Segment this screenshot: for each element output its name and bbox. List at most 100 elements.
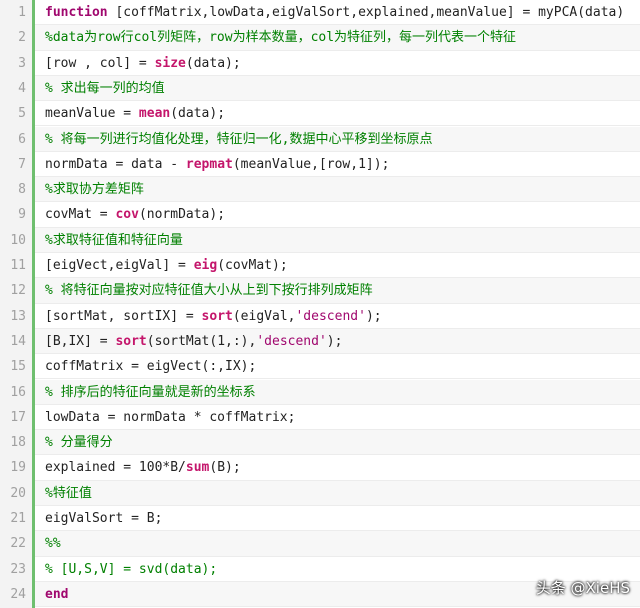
code-token: (covMat); xyxy=(217,258,288,273)
code-line: 12 % 将特征向量按对应特征值大小从上到下按行排列成矩阵 xyxy=(0,278,640,304)
line-number: 16 xyxy=(10,384,26,400)
code-line: 14 [B,IX] = sort(sortMat(1,:),'descend'); xyxy=(0,328,640,355)
comment-token: %特征值 xyxy=(45,485,92,501)
code-line: 6 % 将每一列进行均值化处理，特征归一化,数据中心平移到坐标原点 xyxy=(0,126,640,152)
line-number: 10 xyxy=(10,232,26,248)
code-text: function [coffMatrix,lowData,eigValSort,… xyxy=(45,0,624,25)
code-text: % 将特征向量按对应特征值大小从上到下按行排列成矩阵 xyxy=(45,278,373,303)
code-text: [B,IX] = sort(sortMat(1,:),'descend'); xyxy=(45,329,342,354)
row-separator xyxy=(35,606,640,608)
code-line: 22%% xyxy=(0,531,640,557)
code-text: % 分量得分 xyxy=(45,430,113,455)
builtin-token: sum xyxy=(185,460,210,476)
line-number: 12 xyxy=(10,283,26,299)
code-line: 3 [row , col] = size(data); xyxy=(0,50,640,76)
code-text: [eigVect,eigVal] = eig(covMat); xyxy=(45,253,288,278)
code-token: (eigVal, xyxy=(232,308,296,324)
code-text: %求取特征值和特征向量 xyxy=(45,228,183,253)
code-token: (meanValue,[row,1]); xyxy=(232,156,390,172)
comment-token: % 将特征向量按对应特征值大小从上到下按行排列成矩阵 xyxy=(45,283,373,299)
watermark: 头条 @XieHS xyxy=(535,579,630,597)
code-token: (B); xyxy=(209,460,241,476)
line-number: 23 xyxy=(10,561,26,577)
code-line: 2 %data为row行col列矩阵，row为样本数量，col为特征列，每一列代表… xyxy=(0,25,640,51)
code-line: 19 explained = 100*B/sum(B); xyxy=(0,455,640,481)
line-number: 8 xyxy=(18,182,26,198)
code-token: meanValue = xyxy=(45,106,139,122)
line-number: 5 xyxy=(18,106,26,122)
code-token: [row , col] = xyxy=(45,55,155,71)
comment-token: % 分量得分 xyxy=(45,435,113,451)
code-line: 18 % 分量得分 xyxy=(0,430,640,456)
code-text: %求取协方差矩阵 xyxy=(45,177,144,202)
code-line: 13 [sortMat, sortIX] = sort(eigVal,'desce… xyxy=(0,303,640,329)
code-line: 21 eigValSort = B; xyxy=(0,506,640,532)
code-line-area: eigValSort = B; xyxy=(35,506,640,532)
line-number: 3 xyxy=(18,55,26,71)
code-token: [coffMatrix,lowData,eigValSort,explained… xyxy=(107,5,625,20)
comment-token: %求取特征值和特征向量 xyxy=(45,232,183,248)
code-line: 17 lowData = normData * coffMatrix; xyxy=(0,404,640,431)
line-number: 21 xyxy=(10,511,26,526)
code-line-area: % 求出每一列的均值 xyxy=(35,75,640,102)
code-token: normData = data - xyxy=(45,156,186,172)
code-line: 8 %求取协方差矩阵 xyxy=(0,177,640,203)
code-line: 20 %特征值 xyxy=(0,480,640,506)
builtin-token: eig xyxy=(193,258,218,273)
comment-token: % 排序后的特征向量就是新的坐标系 xyxy=(45,384,256,400)
code-line: 11 [eigVect,eigVal] = eig(covMat); xyxy=(0,253,640,279)
code-text: %% xyxy=(45,531,61,556)
comment-token: %data为row行col列矩阵，row为样本数量，col为特征列，每一列代表一… xyxy=(45,30,517,46)
comment-token: % 求出每一列的均值 xyxy=(45,80,165,96)
code-line-area: % 将每一列进行均值化处理，特征归一化,数据中心平移到坐标原点 xyxy=(35,126,640,152)
code-text: eigValSort = B; xyxy=(45,506,162,531)
line-number: 4 xyxy=(18,80,26,96)
code-line-area: % 排序后的特征向量就是新的坐标系 xyxy=(35,379,640,405)
line-number: 13 xyxy=(10,308,26,324)
line-number: 18 xyxy=(10,435,26,451)
code-line: 15 coffMatrix = eigVect(:,IX); xyxy=(0,354,640,380)
code-line-area: [sortMat, sortIX] = sort(eigVal,'descend… xyxy=(35,303,640,329)
code-line: 5 meanValue = mean(data); xyxy=(0,101,640,127)
code-text: %data为row行col列矩阵，row为样本数量，col为特征列，每一列代表一… xyxy=(45,25,516,50)
code-line: 1 function [coffMatrix,lowData,eigValSort… xyxy=(0,0,640,26)
code-view: 1 function [coffMatrix,lowData,eigValSort… xyxy=(0,0,640,608)
code-text: lowData = normData * coffMatrix; xyxy=(45,405,295,430)
code-token: (normData); xyxy=(138,207,226,223)
code-text: end xyxy=(45,582,68,607)
builtin-token: mean xyxy=(138,106,171,122)
code-line-area: % 分量得分 xyxy=(35,430,640,456)
code-line-area: explained = 100*B/sum(B); xyxy=(35,455,640,481)
code-line-area: lowData = normData * coffMatrix; xyxy=(35,404,640,431)
code-line-area: %% xyxy=(35,531,640,557)
code-token: (data); xyxy=(170,106,226,122)
line-number: 22 xyxy=(10,536,26,552)
code-line: 16 % 排序后的特征向量就是新的坐标系 xyxy=(0,379,640,405)
code-text: explained = 100*B/sum(B); xyxy=(45,455,241,480)
code-text: % [U,S,V] = svd(data); xyxy=(45,557,217,582)
code-token: covMat = xyxy=(45,207,116,223)
comment-token: %求取协方差矩阵 xyxy=(45,182,144,198)
comment-token: %% xyxy=(45,536,61,552)
line-number: 15 xyxy=(10,359,26,375)
code-text: [row , col] = size(data); xyxy=(45,51,241,76)
code-line-area: %求取协方差矩阵 xyxy=(35,177,640,203)
code-text: [sortMat, sortIX] = sort(eigVal,'descend… xyxy=(45,304,382,329)
line-number: 17 xyxy=(10,409,26,425)
code-line-area: coffMatrix = eigVect(:,IX); xyxy=(35,354,640,380)
code-token: ); xyxy=(326,333,343,349)
code-text: covMat = cov(normData); xyxy=(45,202,225,227)
builtin-token: sort xyxy=(201,308,233,324)
code-token: [eigVect,eigVal] = xyxy=(45,258,194,273)
keyword-token: function xyxy=(45,5,108,20)
code-token: eigValSort = B; xyxy=(45,511,163,526)
code-text: %特征值 xyxy=(45,481,92,506)
builtin-token: cov xyxy=(115,207,139,223)
code-line-area: %data为row行col列矩阵，row为样本数量，col为特征列，每一列代表一… xyxy=(35,25,640,51)
builtin-token: sort xyxy=(115,333,147,349)
code-text: % 排序后的特征向量就是新的坐标系 xyxy=(45,380,256,405)
code-text: % 求出每一列的均值 xyxy=(45,76,165,101)
code-token: lowData = normData * coffMatrix; xyxy=(45,409,296,425)
code-token: ); xyxy=(365,308,382,324)
line-number: 6 xyxy=(18,131,26,147)
